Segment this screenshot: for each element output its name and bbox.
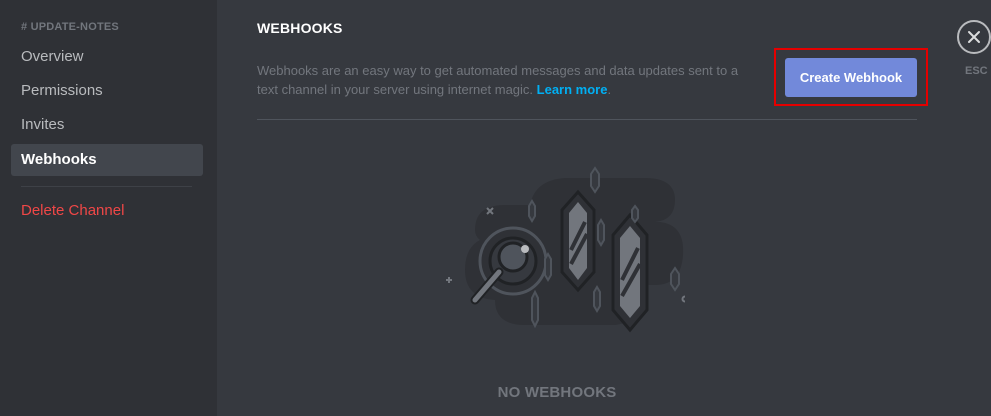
esc-label: ESC — [965, 65, 988, 77]
sidebar-item-permissions[interactable]: Permissions — [11, 75, 203, 107]
sidebar: # UPDATE-NOTES Overview Permissions Invi… — [0, 0, 217, 416]
page-title: WEBHOOKS — [257, 20, 343, 36]
sidebar-item-webhooks[interactable]: Webhooks — [11, 144, 203, 176]
description-text: Webhooks are an easy way to get automate… — [257, 63, 739, 97]
delete-channel-button[interactable]: Delete Channel — [11, 195, 203, 227]
sidebar-divider — [21, 186, 192, 187]
webhooks-description: Webhooks are an easy way to get automate… — [257, 61, 757, 99]
create-webhook-button[interactable]: Create Webhook — [785, 58, 917, 97]
learn-more-link[interactable]: Learn more — [537, 82, 608, 97]
content-divider — [257, 119, 917, 120]
crystal-left-icon — [560, 189, 596, 293]
empty-webhooks-illustration — [446, 166, 685, 333]
close-icon — [968, 31, 980, 43]
description-end: . — [607, 82, 612, 97]
empty-state-label: NO WEBHOOKS — [497, 384, 617, 401]
crystal-right-icon — [611, 212, 649, 333]
close-button[interactable] — [957, 20, 991, 54]
sidebar-item-invites[interactable]: Invites — [11, 109, 203, 141]
sidebar-item-overview[interactable]: Overview — [11, 41, 203, 73]
channel-name-header: # UPDATE-NOTES — [21, 21, 119, 33]
